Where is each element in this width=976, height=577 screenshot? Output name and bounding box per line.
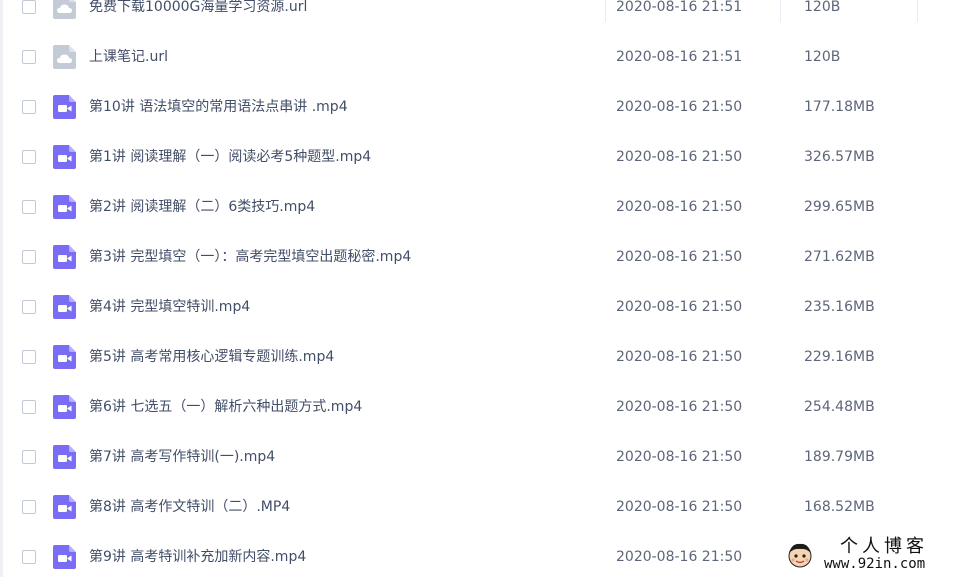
- row-checkbox[interactable]: [22, 150, 36, 164]
- file-size: 120B: [804, 49, 841, 65]
- file-name[interactable]: 第5讲 高考常用核心逻辑专题训练.mp4: [89, 348, 334, 366]
- cartoon-face-logo-icon: [788, 543, 812, 568]
- file-modified-date: 2020-08-16 21:51: [616, 0, 743, 15]
- file-modified-date: 2020-08-16 21:50: [616, 149, 743, 165]
- row-checkbox[interactable]: [22, 50, 36, 64]
- file-name[interactable]: 第9讲 高考特训补充加新内容.mp4: [89, 548, 306, 566]
- row-checkbox[interactable]: [22, 100, 36, 114]
- file-modified-date: 2020-08-16 21:50: [616, 399, 743, 415]
- row-checkbox[interactable]: [22, 300, 36, 314]
- file-row[interactable]: 第6讲 七选五（一）解析六种出题方式.mp4 2020-08-16 21:50 25…: [0, 383, 976, 433]
- blog-watermark: 个人博客 www.92in.com: [780, 534, 970, 574]
- file-row[interactable]: 第5讲 高考常用核心逻辑专题训练.mp4 2020-08-16 21:50 229.…: [0, 333, 976, 383]
- row-checkbox[interactable]: [22, 0, 36, 14]
- file-size: 235.16MB: [804, 299, 875, 315]
- file-modified-date: 2020-08-16 21:50: [616, 449, 743, 465]
- row-checkbox[interactable]: [22, 350, 36, 364]
- watermark-url: www.92in.com: [824, 556, 926, 572]
- file-size: 299.65MB: [804, 199, 875, 215]
- video-file-icon: [53, 245, 76, 269]
- video-file-icon: [53, 145, 76, 169]
- file-row[interactable]: 第3讲 完型填空（一）：高考完型填空出题秘密.mp4 2020-08-16 21:…: [0, 233, 976, 283]
- file-size: 271.62MB: [804, 249, 875, 265]
- video-file-icon: [53, 545, 76, 569]
- file-name[interactable]: 第3讲 完型填空（一）：高考完型填空出题秘密.mp4: [89, 248, 411, 266]
- file-row[interactable]: 第2讲 阅读理解（二）6类技巧.mp4 2020-08-16 21:50 299.6…: [0, 183, 976, 233]
- file-modified-date: 2020-08-16 21:50: [616, 549, 743, 565]
- file-name[interactable]: 第8讲 高考作文特训（二）.MP4: [89, 498, 290, 516]
- row-checkbox[interactable]: [22, 200, 36, 214]
- row-checkbox[interactable]: [22, 450, 36, 464]
- file-list-page: 免费下载10000G海量学习资源.url 2020-08-16 21:51 120B…: [0, 0, 976, 577]
- file-modified-date: 2020-08-16 21:50: [616, 299, 743, 315]
- video-file-icon: [53, 445, 76, 469]
- video-file-icon: [53, 95, 76, 119]
- video-file-icon: [53, 195, 76, 219]
- file-name[interactable]: 第7讲 高考写作特训(一).mp4: [89, 448, 275, 466]
- row-checkbox[interactable]: [22, 500, 36, 514]
- video-file-icon: [53, 395, 76, 419]
- watermark-title: 个人博客: [840, 536, 928, 557]
- file-name[interactable]: 第4讲 完型填空特训.mp4: [89, 298, 250, 316]
- file-size: 177.18MB: [804, 99, 875, 115]
- file-row[interactable]: 第10讲 语法填空的常用语法点串讲 .mp4 2020-08-16 21:50 17…: [0, 83, 976, 133]
- cloud-link-file-icon: [53, 45, 76, 69]
- file-modified-date: 2020-08-16 21:51: [616, 49, 743, 65]
- file-row[interactable]: 上课笔记.url 2020-08-16 21:51 120B: [0, 33, 976, 83]
- file-size: 120B: [804, 0, 841, 15]
- file-size: 326.57MB: [804, 149, 875, 165]
- video-file-icon: [53, 495, 76, 519]
- file-modified-date: 2020-08-16 21:50: [616, 499, 743, 515]
- cloud-link-file-icon: [53, 0, 76, 19]
- file-row[interactable]: 第7讲 高考写作特训(一).mp4 2020-08-16 21:50 189.79M…: [0, 433, 976, 483]
- file-name[interactable]: 上课笔记.url: [89, 48, 168, 66]
- row-checkbox[interactable]: [22, 550, 36, 564]
- file-modified-date: 2020-08-16 21:50: [616, 199, 743, 215]
- file-name[interactable]: 第1讲 阅读理解（一）阅读必考5种题型.mp4: [89, 148, 371, 166]
- file-modified-date: 2020-08-16 21:50: [616, 249, 743, 265]
- file-name[interactable]: 第6讲 七选五（一）解析六种出题方式.mp4: [89, 398, 362, 416]
- file-row[interactable]: 第4讲 完型填空特训.mp4 2020-08-16 21:50 235.16MB: [0, 283, 976, 333]
- file-row[interactable]: 免费下载10000G海量学习资源.url 2020-08-16 21:51 120B: [0, 0, 976, 33]
- file-modified-date: 2020-08-16 21:50: [616, 99, 743, 115]
- file-name[interactable]: 第10讲 语法填空的常用语法点串讲 .mp4: [89, 98, 348, 116]
- file-size: 254.48MB: [804, 399, 875, 415]
- file-size: 229.16MB: [804, 349, 875, 365]
- file-name[interactable]: 第2讲 阅读理解（二）6类技巧.mp4: [89, 198, 315, 216]
- row-checkbox[interactable]: [22, 250, 36, 264]
- file-modified-date: 2020-08-16 21:50: [616, 349, 743, 365]
- file-name[interactable]: 免费下载10000G海量学习资源.url: [89, 0, 307, 16]
- video-file-icon: [53, 345, 76, 369]
- file-row[interactable]: 第1讲 阅读理解（一）阅读必考5种题型.mp4 2020-08-16 21:50 3…: [0, 133, 976, 183]
- file-list: 免费下载10000G海量学习资源.url 2020-08-16 21:51 120B…: [0, 0, 976, 577]
- file-size: 189.79MB: [804, 449, 875, 465]
- file-row[interactable]: 第8讲 高考作文特训（二）.MP4 2020-08-16 21:50 168.52M…: [0, 483, 976, 533]
- file-size: 168.52MB: [804, 499, 875, 515]
- row-checkbox[interactable]: [22, 400, 36, 414]
- video-file-icon: [53, 295, 76, 319]
